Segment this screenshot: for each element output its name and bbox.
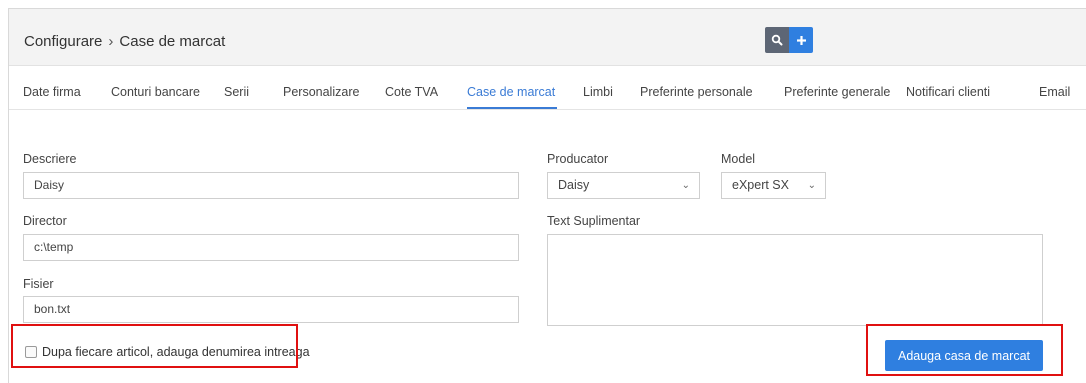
- tab-personalizare[interactable]: Personalizare: [283, 85, 359, 99]
- breadcrumb-root[interactable]: Configurare: [24, 33, 102, 50]
- director-label: Director: [23, 214, 67, 228]
- breadcrumb-separator: ›: [108, 33, 114, 50]
- fisier-label: Fisier: [23, 277, 54, 291]
- search-icon: [771, 34, 783, 46]
- breadcrumb-current: Case de marcat: [119, 33, 226, 50]
- tab-notificari-clienti[interactable]: Notificari clienti: [906, 85, 990, 99]
- breadcrumb: Configurare › Case de marcat: [24, 33, 225, 50]
- producator-value: Daisy: [558, 178, 590, 192]
- tab-serii[interactable]: Serii: [224, 85, 249, 99]
- plus-icon: [796, 35, 806, 45]
- model-label: Model: [721, 152, 756, 166]
- search-button[interactable]: [765, 27, 789, 53]
- tab-email[interactable]: Email: [1039, 85, 1070, 99]
- button-highlight-box: [866, 324, 1063, 376]
- tab-date-firma[interactable]: Date firma: [23, 85, 81, 99]
- tab-preferinte-generale[interactable]: Preferinte generale: [784, 85, 890, 99]
- chevron-down-icon: ⌄: [807, 180, 816, 191]
- tab-preferinte-personale[interactable]: Preferinte personale: [640, 85, 753, 99]
- descriere-label: Descriere: [23, 152, 77, 166]
- checkbox-highlight-box: [11, 324, 298, 368]
- tab-cote-tva[interactable]: Cote TVA: [385, 85, 438, 99]
- chevron-down-icon: ⌄: [681, 180, 690, 191]
- tab-conturi-bancare[interactable]: Conturi bancare: [111, 85, 200, 99]
- text-suplimentar-label: Text Suplimentar: [547, 214, 641, 228]
- page-header: Configurare › Case de marcat: [9, 9, 1086, 66]
- fisier-input[interactable]: bon.txt: [23, 296, 519, 323]
- producator-label: Producator: [547, 152, 609, 166]
- director-input[interactable]: c:\temp: [23, 234, 519, 261]
- add-button[interactable]: [789, 27, 813, 53]
- tab-case-de-marcat[interactable]: Case de marcat: [467, 85, 555, 99]
- settings-tabs: Date firma Conturi bancare Serii Persona…: [9, 66, 1086, 110]
- descriere-input[interactable]: Daisy: [23, 172, 519, 199]
- tab-limbi[interactable]: Limbi: [583, 85, 613, 99]
- model-select[interactable]: eXpert SX ⌄: [721, 172, 826, 199]
- producator-select[interactable]: Daisy ⌄: [547, 172, 700, 199]
- text-suplimentar-textarea[interactable]: [547, 234, 1043, 326]
- model-value: eXpert SX: [732, 178, 789, 192]
- active-tab-indicator: [467, 107, 557, 109]
